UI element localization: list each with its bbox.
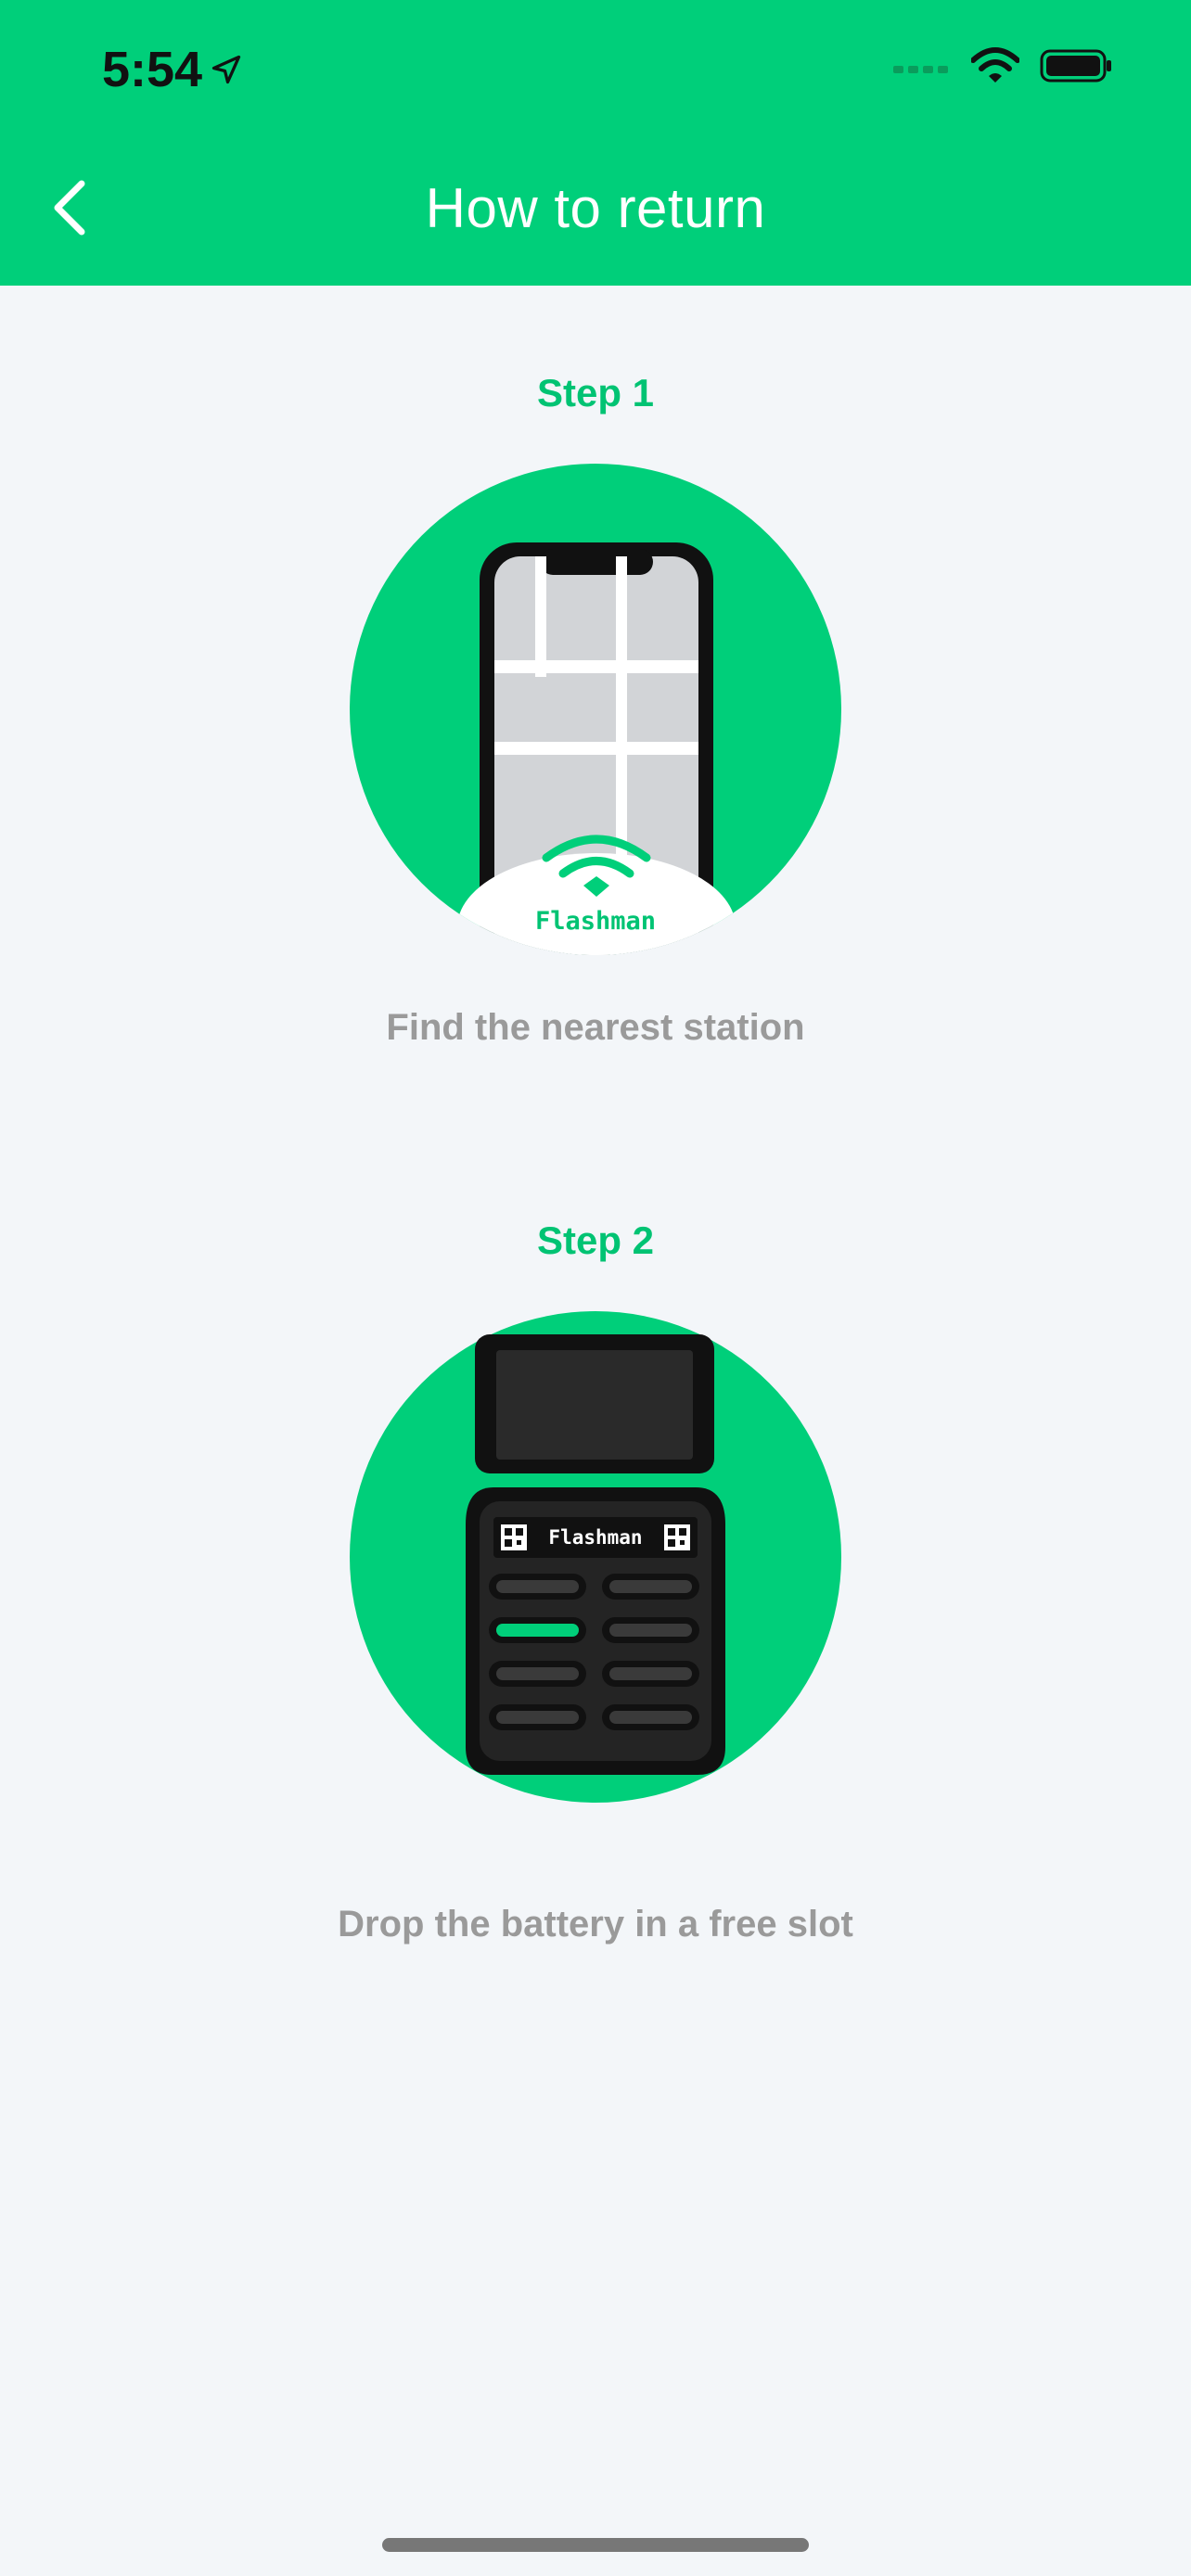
nav-bar: How to return xyxy=(0,158,1191,260)
status-icons xyxy=(893,43,1112,93)
step-1-caption: Find the nearest station xyxy=(386,1007,805,1048)
step-1-brand: Flashman xyxy=(534,907,657,936)
header-bar: 5:54 How to return xyxy=(0,0,1191,286)
phone-map-icon: Flashman xyxy=(350,464,841,955)
step-2-title: Step 2 xyxy=(536,1218,655,1262)
step-2-brand: Flashman xyxy=(548,1526,643,1549)
status-time: 5:54 xyxy=(102,37,243,102)
step-1-title: Step 1 xyxy=(536,371,655,414)
page-title: How to return xyxy=(425,177,766,239)
home-indicator[interactable] xyxy=(382,2538,809,2552)
wifi-icon xyxy=(970,46,1020,89)
battery-icon xyxy=(1040,47,1112,89)
status-time-text: 5:54 xyxy=(102,42,203,97)
step-2-caption: Drop the battery in a free slot xyxy=(338,1904,853,1945)
location-arrow-icon xyxy=(210,41,243,98)
charging-station-icon: Flashman xyxy=(350,1311,841,1803)
signal-icon xyxy=(893,57,951,80)
